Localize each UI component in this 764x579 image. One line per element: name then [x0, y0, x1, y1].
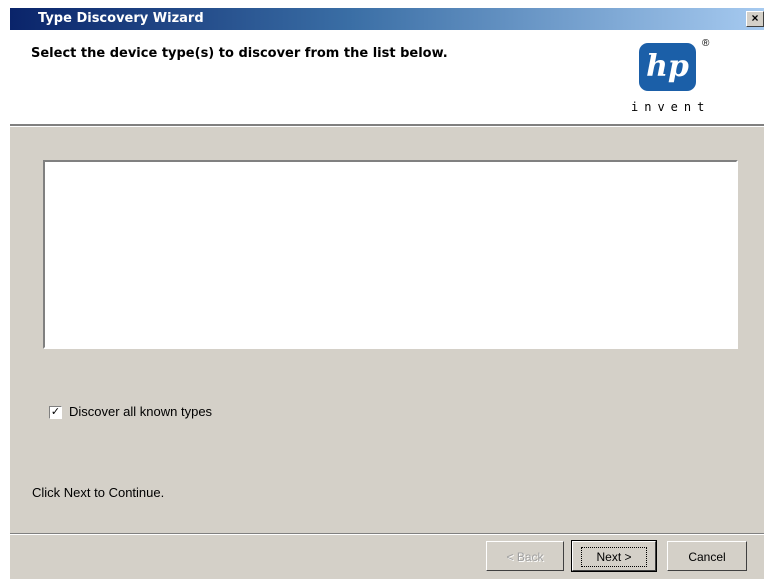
- close-icon: ×: [751, 11, 759, 25]
- window-title: Type Discovery Wizard: [38, 11, 204, 26]
- continue-hint: Click Next to Continue.: [32, 485, 165, 500]
- next-button-label: Next >: [581, 547, 647, 567]
- cancel-button[interactable]: Cancel: [667, 541, 747, 571]
- wizard-header: Select the device type(s) to discover fr…: [10, 30, 764, 124]
- close-button[interactable]: ×: [746, 11, 764, 27]
- checkmark-icon: ✓: [50, 406, 61, 418]
- wizard-body: ✓ Discover all known types Click Next to…: [10, 127, 764, 579]
- discover-all-label[interactable]: Discover all known types: [69, 404, 212, 419]
- hp-logo-tagline: invent: [631, 100, 711, 114]
- footer-divider: [10, 533, 764, 535]
- device-type-list[interactable]: [43, 160, 738, 349]
- hp-logo-mark: hp: [646, 49, 689, 84]
- next-button[interactable]: Next >: [571, 540, 657, 572]
- back-button[interactable]: < Back: [486, 541, 564, 571]
- header-instruction: Select the device type(s) to discover fr…: [31, 46, 448, 61]
- registered-mark: ®: [702, 38, 710, 49]
- hp-logo: hp ® invent: [629, 38, 755, 120]
- title-bar[interactable]: Type Discovery Wizard ×: [10, 8, 764, 30]
- discover-all-checkbox[interactable]: ✓: [49, 406, 62, 419]
